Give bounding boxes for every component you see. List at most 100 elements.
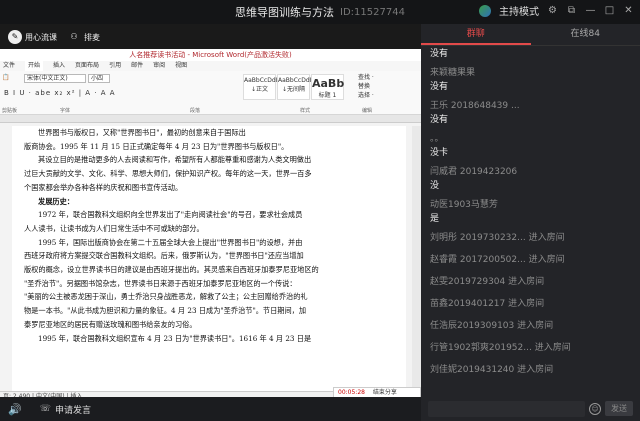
- title-bar: 思维导图训练与方法 ID:11527744 主持模式 ⚙ ⧉ — □ ✕: [0, 0, 640, 24]
- doc-line: 版权的概念，设立世界读书日的建议是由西班牙提出的。其灵感来自西班牙加泰罗尼亚地区…: [24, 265, 319, 275]
- style-normal-preview: AaBbCcDdI: [244, 77, 278, 84]
- host-mode-label[interactable]: 主持模式: [499, 3, 539, 18]
- word-tab-mailings[interactable]: 邮件: [131, 61, 143, 71]
- doc-line: 1972 年，联合国教科文组织向全世界发出了"走向阅读社会"的号召，要求社会成员: [38, 210, 303, 220]
- room-id: ID:11527744: [340, 6, 405, 18]
- style-no-spacing-preview: AaBbCcDdI: [278, 77, 312, 84]
- popout-icon[interactable]: ⧉: [566, 5, 577, 16]
- chat-tabs: 群聊 在线84: [421, 24, 640, 46]
- doc-line: 个国家都会举办各种各样的庆祝和图书宣传活动。: [24, 182, 183, 192]
- style-heading-name: 标题 1: [318, 92, 337, 99]
- chat-input-bar: ☺ 发送: [421, 396, 640, 421]
- mic-queue-icon: ⚇: [70, 32, 78, 41]
- chat-messages[interactable]: 没有 来颖糖果果 没有 王乐 2018648439 ... 没有 。。 没卡 闫…: [421, 46, 640, 396]
- word-tab-review[interactable]: 审阅: [153, 61, 165, 71]
- join-notice: 赵睿霞 2017200502... 进入房间: [430, 255, 565, 265]
- word-ribbon-tabs: 文件 开始 插入 页面布局 引用 邮件 审阅 视图: [0, 61, 421, 71]
- word-tab-references[interactable]: 引用: [109, 61, 121, 71]
- join-notice: 苗鑫2019401217 进入房间: [430, 299, 545, 309]
- word-window: 人名推荐读书活动 - Microsoft Word(产品激活失败) 文件 开始 …: [0, 49, 421, 401]
- style-no-spacing-name: ↓无间隔: [281, 86, 306, 93]
- bottom-bar: 🔊 ☏ 申请发言: [0, 397, 421, 421]
- mic-queue-label: 排麦: [84, 32, 100, 42]
- doc-line: 1995 年，国际出版商协会在第二十五届全球大会上提出"世界图书日"的设想，并由: [38, 237, 303, 247]
- doc-line: 物是一本书。"从此书成为胆识和力量的象征。4 月 23 日成为"圣乔治节"。节日…: [24, 306, 307, 316]
- clipboard-group-label: 剪贴板: [2, 108, 18, 114]
- style-heading-1[interactable]: AaBb 标题 1: [311, 74, 344, 100]
- doc-line: 1995 年，联合国教科文组织宣布 4 月 23 日为"世界读书日"。1616 …: [38, 333, 312, 343]
- doc-line: "美丽的公主被恶龙困于深山，勇士乔治只身战胜恶龙，解救了公主；公主回赠给乔治的礼: [24, 292, 308, 302]
- chat-message-text: 没有: [430, 82, 449, 92]
- word-tab-home[interactable]: 开始: [25, 61, 44, 71]
- chat-message-text: 没: [430, 181, 440, 191]
- style-normal[interactable]: AaBbCcDdI ↓正文: [243, 74, 278, 100]
- host-avatar-icon[interactable]: [479, 4, 491, 17]
- doc-line: 世界图书与版权日，又称"世界图书日"，最初的创意来自于国际出: [38, 128, 246, 137]
- chat-message-user: 动医1903马慧芳: [430, 200, 498, 210]
- paste-button[interactable]: 📋: [2, 74, 9, 81]
- replace-button[interactable]: 替换: [358, 82, 374, 91]
- font-selectors: 宋体(中文正文) 小四: [24, 74, 110, 83]
- doc-line: 版商协会。1995 年 11 月 15 日正式确定每年 4 月 23 日为"世界…: [24, 141, 289, 151]
- mic-queue-button[interactable]: ⚇ 排麦: [67, 30, 100, 44]
- word-tab-insert[interactable]: 插入: [53, 61, 65, 71]
- chat-input[interactable]: [428, 400, 585, 417]
- pen-icon: ✎: [8, 30, 22, 44]
- minimize-icon[interactable]: —: [585, 5, 596, 16]
- maximize-icon[interactable]: □: [604, 5, 615, 16]
- chat-message-text: 没卡: [430, 148, 449, 158]
- word-ribbon: 📋 宋体(中文正文) 小四 B I U · abe x₂ x² | A · A …: [0, 71, 421, 115]
- phone-icon: ☏: [39, 404, 51, 414]
- tab-online[interactable]: 在线84: [531, 24, 640, 45]
- format-buttons[interactable]: B I U · abe x₂ x² | A · A A: [4, 89, 116, 97]
- emoji-icon[interactable]: ☺: [589, 402, 601, 415]
- window-title: 思维导图训练与方法: [235, 6, 335, 19]
- close-icon[interactable]: ✕: [623, 5, 634, 16]
- join-notice: 任浩辰2019309103 进入房间: [430, 321, 554, 331]
- doc-heading: 发展历史：: [38, 196, 74, 206]
- word-doc-title: 人名推荐读书活动 - Microsoft Word(产品激活失败): [0, 49, 421, 61]
- doc-line: 过巨大贡献的文学、文化、科学、思想大师们，保护知识产权。每年的这一天，世界一百多: [24, 169, 312, 179]
- doc-line: 西班牙政府将方案提交联合国教科文组织。后来，俄罗斯认为，"世界图书日"还应当增加: [24, 251, 304, 261]
- chat-message-user: 。。: [430, 134, 444, 144]
- word-tab-file[interactable]: 文件: [3, 61, 15, 71]
- title-controls: 主持模式 ⚙ ⧉ — □ ✕: [479, 3, 634, 18]
- chat-message-text: 没有: [430, 49, 449, 59]
- word-tab-layout[interactable]: 页面布局: [75, 61, 99, 71]
- record-time: 00:05:28: [338, 389, 365, 396]
- chat-message-text: 没有: [430, 115, 449, 125]
- font-group-label: 字体: [60, 108, 71, 114]
- apply-speak-button[interactable]: ☏ 申请发言: [40, 403, 91, 416]
- paragraph-group-label: 段落: [190, 108, 201, 114]
- font-name-select[interactable]: 宋体(中文正文): [24, 74, 86, 83]
- word-tab-view[interactable]: 视图: [175, 61, 187, 71]
- speaker-icon[interactable]: 🔊: [8, 403, 22, 416]
- style-no-spacing[interactable]: AaBbCcDdI ↓无间隔: [277, 74, 312, 100]
- chat-panel: 群聊 在线84 没有 来颖糖果果 没有 王乐 2018648439 ... 没有…: [421, 24, 640, 421]
- doc-line: 泰罗尼亚地区的居民有赠送玫瑰和图书给亲友的习俗。: [24, 319, 197, 329]
- edit-group-label: 编辑: [362, 108, 373, 114]
- style-group-label: 样式: [300, 108, 311, 114]
- document-page[interactable]: 世界图书与版权日，又称"世界图书日"，最初的创意来自于国际出 版商协会。1995…: [12, 126, 406, 391]
- apply-speak-label: 申请发言: [54, 405, 91, 416]
- doc-line: "圣乔治节"。另据图书馆杂志，世界读书日来源于西班牙加泰罗尼亚地区的一个传说：: [24, 278, 297, 288]
- mode-button[interactable]: ✎ 用心流课: [8, 30, 57, 44]
- style-heading-preview: AaBb: [312, 77, 345, 90]
- word-scrollbar[interactable]: [412, 126, 421, 391]
- classroom-toolbar: ✎ 用心流课 ⚇ 排麦: [0, 24, 421, 50]
- font-size-select[interactable]: 小四: [88, 74, 110, 83]
- ruler: [0, 115, 421, 123]
- send-button[interactable]: 发送: [605, 401, 633, 416]
- chat-message-user: 来颖糖果果: [430, 68, 476, 78]
- doc-line: 其设立目的是推动更多的人去阅读和写作，希望所有人都能尊重和感谢为人类文明做出: [38, 155, 312, 165]
- style-gallery: AaBbCcDdI ↓正文 AaBbCcDdI ↓无间隔 AaBb 标题 1: [243, 74, 344, 100]
- shared-screen-area: ✎ 用心流课 ⚇ 排麦 人名推荐读书活动 - Microsoft Word(产品…: [0, 24, 421, 421]
- settings-icon[interactable]: ⚙: [547, 5, 558, 16]
- join-notice: 赵雯2019729304 进入房间: [430, 277, 545, 287]
- chat-message-text: 是: [430, 214, 440, 224]
- select-button[interactable]: 选择 ·: [358, 91, 374, 100]
- find-button[interactable]: 查找 ·: [358, 73, 374, 82]
- doc-line: 人人读书，让读书成为人们日常生活中不可或缺的部分。: [24, 223, 204, 233]
- end-share-button[interactable]: 结束分享: [373, 389, 397, 396]
- tab-group-chat[interactable]: 群聊: [421, 24, 531, 45]
